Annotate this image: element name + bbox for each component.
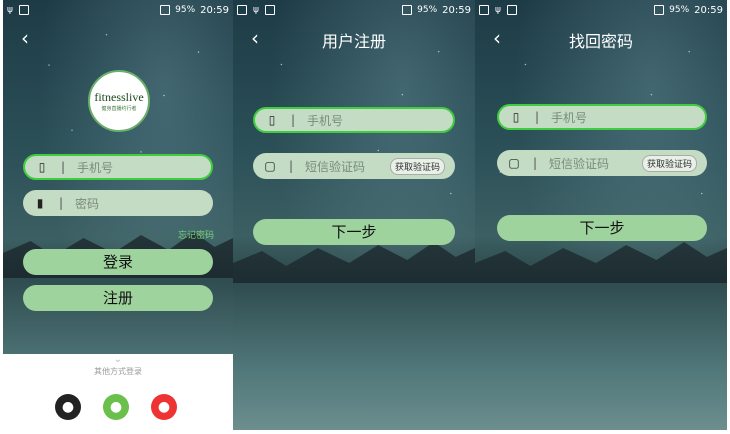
password-input[interactable]: ▮ | 密码 [23, 190, 213, 216]
camera-icon [479, 5, 489, 15]
login-screen: ψ 95% 20:59 ‹ fitnesslive 健身直播约行者 ▯ | 手机… [3, 0, 233, 434]
phone-icon: ▯ [38, 160, 46, 174]
phone-input[interactable]: ▯ | 手机号 [23, 154, 213, 180]
page-title: 找回密码 [568, 32, 633, 51]
notification-icon [18, 5, 29, 15]
sms-code-input[interactable]: ▢ | 短信验证码 获取验证码 [253, 153, 455, 179]
sms-placeholder: 短信验证码 [549, 156, 610, 171]
battery-percent: 95% [669, 5, 690, 15]
signal-icon [160, 5, 171, 15]
clock: 20:59 [442, 4, 471, 16]
sms-code-input[interactable]: ▢ | 短信验证码 获取验证码 [497, 150, 707, 176]
login-button[interactable]: 登录 [23, 249, 213, 275]
usb-icon: ψ [253, 5, 259, 15]
logo-subtext: 健身直播约行者 [101, 106, 137, 112]
weibo-icon[interactable]: ● [151, 394, 177, 420]
next-button[interactable]: 下一步 [497, 215, 707, 241]
other-login-label: 其他方式登录 [94, 367, 142, 376]
chevron-down-icon[interactable]: ⌄ [3, 354, 233, 365]
qq-icon[interactable]: ● [55, 394, 81, 420]
app-logo: fitnesslive 健身直播约行者 [88, 70, 150, 132]
signal-icon [654, 5, 665, 15]
usb-icon: ψ [7, 5, 13, 15]
lock-icon: ▮ [36, 196, 44, 210]
recover-screen: ψ 95% 20:59 ‹ 找回密码 ▯ | 手机号 ▢ | 短信验证码 获取验… [475, 0, 727, 430]
back-icon[interactable]: ‹ [21, 28, 29, 48]
password-placeholder: 密码 [75, 196, 100, 211]
phone-icon: ▯ [268, 113, 276, 127]
sms-icon: ▢ [264, 159, 276, 173]
wechat-icon[interactable]: ● [103, 394, 129, 420]
status-bar: ψ 95% 20:59 [3, 0, 233, 20]
status-bar: ψ 95% 20:59 [475, 0, 727, 20]
forgot-password-link[interactable]: 忘记密码 [178, 228, 214, 241]
clock: 20:59 [200, 4, 229, 16]
phone-input[interactable]: ▯ | 手机号 [497, 104, 707, 130]
usb-icon: ψ [495, 5, 501, 15]
clock: 20:59 [694, 4, 723, 16]
status-bar: ψ 95% 20:59 [233, 0, 475, 20]
notification-icon [264, 5, 275, 15]
phone-input[interactable]: ▯ | 手机号 [253, 107, 455, 133]
phone-placeholder: 手机号 [77, 160, 114, 175]
notification-icon [506, 5, 517, 15]
other-login-panel: ⌄ 其他方式登录 ● ● ● [3, 354, 233, 434]
next-button[interactable]: 下一步 [253, 219, 455, 245]
register-button[interactable]: 注册 [23, 285, 213, 311]
logo-text: fitnesslive [94, 90, 144, 104]
sms-icon: ▢ [508, 156, 520, 170]
background-water [233, 283, 475, 430]
get-code-button[interactable]: 获取验证码 [641, 154, 697, 172]
camera-icon [237, 5, 247, 15]
signal-icon [402, 5, 413, 15]
battery-percent: 95% [417, 5, 438, 15]
background-water [475, 283, 727, 430]
sms-placeholder: 短信验证码 [305, 159, 366, 174]
get-code-button[interactable]: 获取验证码 [389, 157, 445, 175]
phone-placeholder: 手机号 [551, 110, 588, 125]
page-title: 用户注册 [321, 32, 386, 51]
register-screen: ψ 95% 20:59 ‹ 用户注册 ▯ | 手机号 ▢ | 短信验证码 获取验… [233, 0, 475, 430]
phone-icon: ▯ [512, 110, 520, 124]
phone-placeholder: 手机号 [307, 113, 344, 128]
battery-percent: 95% [175, 5, 196, 15]
